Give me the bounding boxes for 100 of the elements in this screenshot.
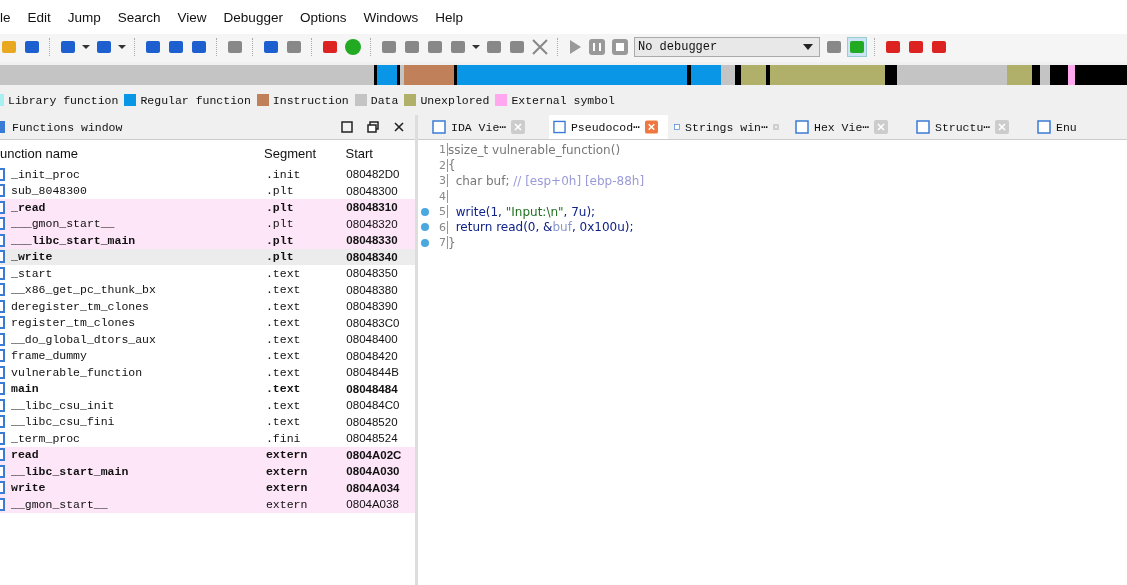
function-row[interactable]: read extern 0804A02C (0, 446, 415, 463)
function-row[interactable]: register_tm_clones .text 080483C0 (0, 314, 415, 331)
function-name: _init_proc (10, 167, 81, 181)
start-address: 08048390 (346, 300, 399, 313)
segment-cell-text: .init (265, 167, 302, 181)
segment-cell-text: .text (265, 415, 302, 429)
function-row[interactable]: vulnerable_function .text 0804844B (0, 364, 415, 381)
segment-cell-text: .plt (265, 250, 295, 264)
function-name: _read (10, 200, 47, 214)
function-name: frame_dummy (10, 349, 88, 363)
function-row[interactable]: main .text 08048484 (0, 380, 415, 397)
menu-item[interactable]: Debugger (223, 9, 292, 25)
function-row[interactable]: _read .plt 08048310 (0, 199, 415, 216)
segment-cell-text: .plt (265, 184, 295, 198)
start-address: 0804A038 (346, 498, 400, 511)
segment-cell-text: .text (265, 266, 302, 280)
segment-cell-text: .plt (265, 200, 295, 214)
code-line: return read(0, &buf, 0x100u); (454, 220, 634, 235)
start-address: 080484C0 (346, 399, 401, 412)
tab[interactable]: IDA Vie⋯ (428, 115, 547, 139)
function-row[interactable]: __x86_get_pc_thunk_bx .text 08048380 (0, 281, 415, 298)
start-address: 08048380 (346, 283, 399, 296)
tab-icon (916, 120, 930, 134)
function-name: register_tm_clones (10, 316, 137, 330)
function-row[interactable]: deregister_tm_clones .text 08048390 (0, 298, 415, 315)
legend-label: Unexplored (420, 93, 490, 107)
code-line: ssize_t vulnerable_function() (448, 142, 621, 157)
segment-cell-text: .text (265, 398, 302, 412)
code-line: write(1, "Input:\n", 7u); (454, 204, 596, 219)
function-icon (0, 464, 6, 478)
column-header[interactable]: Segment (264, 145, 346, 161)
line-number: 7 (432, 236, 448, 250)
navigation-bar-drawing[interactable] (0, 65, 1127, 85)
tab-icon (795, 120, 809, 134)
line-number: 5 (432, 205, 448, 219)
function-row[interactable]: sub_8048300 .plt 08048300 (0, 182, 415, 199)
function-name: __do_global_dtors_aux (10, 332, 157, 346)
legend-label: Instruction (272, 93, 349, 107)
function-name: __libc_csu_fini (10, 415, 116, 429)
menu-item[interactable]: Search (117, 9, 170, 25)
menu-item[interactable]: Windows (363, 9, 428, 25)
function-name: vulnerable_function (10, 365, 144, 379)
function-row[interactable]: __libc_csu_fini .text 08048520 (0, 413, 415, 430)
function-name: deregister_tm_clones (10, 299, 151, 313)
panel-title: Functions window (12, 120, 123, 134)
start-address: 08048340 (346, 250, 399, 263)
pause-icon[interactable] (588, 38, 606, 56)
segment-cell-text: .text (265, 365, 302, 379)
start-address: 08048330 (346, 234, 399, 247)
function-name: _term_proc (10, 431, 81, 445)
function-row[interactable]: _term_proc .fini 08048524 (0, 430, 415, 447)
function-row[interactable]: ___libc_start_main .plt 08048330 (0, 232, 415, 249)
stop-icon[interactable] (611, 38, 629, 56)
tab-icon (1037, 120, 1051, 134)
function-row[interactable]: _init_proc .init 080482D0 (0, 166, 415, 183)
function-row[interactable]: frame_dummy .text 08048420 (0, 347, 415, 364)
function-icon (0, 233, 6, 247)
segment-cell-text: extern (265, 481, 309, 495)
function-row[interactable]: _start .text 08048350 (0, 265, 415, 282)
column-header[interactable]: Start (345, 145, 415, 161)
close-icon[interactable] (393, 121, 405, 133)
segment-cell-text: .text (265, 349, 302, 363)
play-icon[interactable] (567, 38, 583, 56)
start-address: 08048310 (346, 201, 399, 214)
function-name: ___gmon_start__ (10, 217, 116, 231)
restore-icon[interactable] (367, 121, 379, 133)
function-row[interactable]: __libc_start_main extern 0804A030 (0, 463, 415, 480)
start-address: 08048520 (346, 415, 399, 428)
start-address: 08048300 (346, 184, 399, 197)
legend-label: External symbol (511, 93, 615, 107)
maximize-icon[interactable] (341, 121, 353, 133)
tab[interactable]: Enu (1033, 115, 1127, 139)
start-address: 08048320 (346, 217, 399, 230)
menu-item[interactable]: Help (435, 9, 472, 25)
start-address: 08048484 (346, 382, 399, 395)
function-name: main (10, 382, 40, 396)
function-row[interactable]: __do_global_dtors_aux .text 08048400 (0, 331, 415, 348)
ball-icon[interactable] (344, 38, 362, 56)
tab[interactable]: Pseudocod⋯ (549, 115, 668, 139)
menu-item[interactable]: Options (299, 9, 356, 25)
function-name: _write (10, 250, 54, 264)
line-number: 2 (432, 158, 448, 172)
tab[interactable]: Strings win⋯ (670, 115, 789, 139)
code-line: } (448, 235, 456, 250)
tab[interactable]: Hex Vie⋯ (791, 115, 910, 139)
start-address: 0804844B (346, 366, 400, 379)
function-row[interactable]: __gmon_start__ extern 0804A038 (0, 496, 415, 513)
code-line: { (448, 158, 456, 173)
line-number: 4 (432, 189, 448, 203)
menu-item[interactable]: Edit (27, 9, 60, 25)
function-row[interactable]: __libc_csu_init .text 080484C0 (0, 397, 415, 414)
menu-item[interactable]: le (0, 9, 20, 25)
menu-item[interactable]: View (177, 9, 216, 25)
column-header[interactable]: unction name (0, 145, 265, 161)
function-name: sub_8048300 (10, 184, 88, 198)
debugger-select[interactable]: No debugger (634, 37, 820, 57)
tab[interactable]: Structu⋯ (912, 115, 1031, 139)
function-icon (0, 481, 6, 495)
menu-item[interactable]: Jump (67, 9, 110, 25)
function-name: __x86_get_pc_thunk_bx (10, 283, 157, 297)
